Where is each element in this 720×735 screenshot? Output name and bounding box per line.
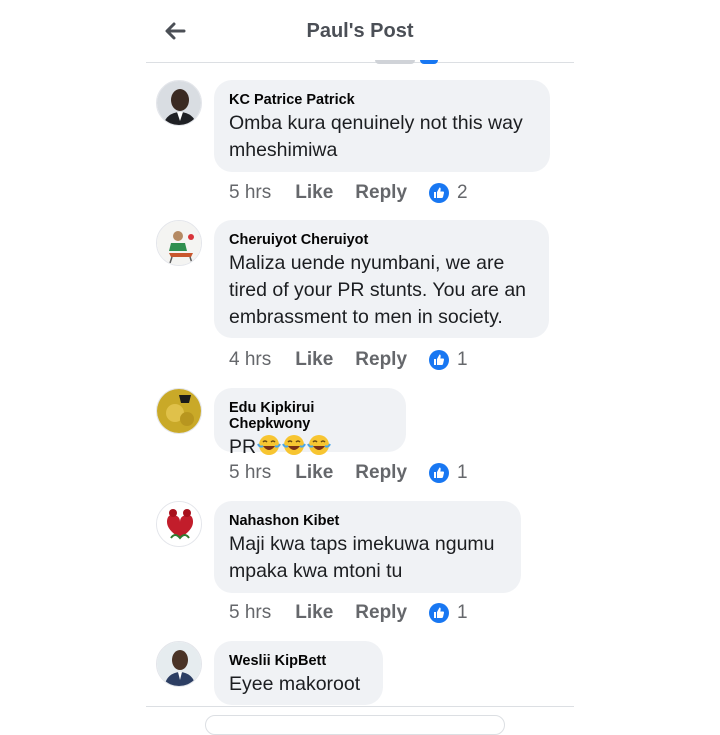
previous-content-edge <box>375 60 415 64</box>
comment-bubble: Cheruiyot Cheruiyot Maliza uende nyumban… <box>214 220 549 338</box>
composer-divider <box>146 706 574 707</box>
comment-actions: 5 hrs Like Reply 1 <box>229 462 468 484</box>
laughing-emoji-icon <box>307 434 331 464</box>
reaction-count[interactable]: 1 <box>457 602 468 624</box>
reaction-count[interactable]: 2 <box>457 182 468 204</box>
avatar[interactable] <box>156 641 202 687</box>
avatar[interactable] <box>156 501 202 547</box>
like-button[interactable]: Like <box>295 462 333 484</box>
laughing-emoji-icon <box>282 434 306 464</box>
comment-author[interactable]: Edu Kipkirui Chepkwony <box>229 400 391 432</box>
comment-time[interactable]: 5 hrs <box>229 462 271 484</box>
reaction-count[interactable]: 1 <box>457 349 468 371</box>
comment-author[interactable]: Nahashon Kibet <box>229 513 506 529</box>
laughing-emoji-icon <box>257 434 281 464</box>
comment-text: Omba kura qenuinely not this way mheshim… <box>229 112 523 161</box>
comment-author[interactable]: Weslii KipBett <box>229 653 368 669</box>
like-button[interactable]: Like <box>295 602 333 624</box>
comment-text: Maji kwa taps imekuwa ngumu mpaka kwa mt… <box>229 533 495 582</box>
comment-text: Eyee makoroot <box>229 673 361 695</box>
comment-actions: 4 hrs Like Reply 1 <box>229 349 468 371</box>
comment-time[interactable]: 5 hrs <box>229 182 271 204</box>
like-button[interactable]: Like <box>295 349 333 371</box>
reply-button[interactable]: Reply <box>355 182 407 204</box>
comment-bubble: KC Patrice Patrick Omba kura qenuinely n… <box>214 80 550 172</box>
avatar[interactable] <box>156 80 202 126</box>
comment-bubble: Nahashon Kibet Maji kwa taps imekuwa ngu… <box>214 501 521 593</box>
like-reaction-icon[interactable] <box>429 603 450 623</box>
like-button[interactable]: Like <box>295 182 333 204</box>
comment-author[interactable]: KC Patrice Patrick <box>229 92 535 108</box>
comment-bubble: Edu Kipkirui Chepkwony PR <box>214 388 406 458</box>
post-header: Paul's Post <box>146 0 574 63</box>
comment-actions: 5 hrs Like Reply 2 <box>229 182 468 204</box>
page-title: Paul's Post <box>306 20 414 42</box>
avatar[interactable] <box>156 220 202 266</box>
previous-reaction-edge <box>420 60 438 64</box>
reply-button[interactable]: Reply <box>355 602 407 624</box>
like-reaction-icon[interactable] <box>429 463 450 483</box>
comment-bubble: Weslii KipBett Eyee makoroot <box>214 641 383 705</box>
comment-text-value: PR <box>229 436 257 458</box>
comment-time[interactable]: 5 hrs <box>229 602 271 624</box>
reply-button[interactable]: Reply <box>355 349 407 371</box>
comment-text: Maliza uende nyumbani, we are tired of y… <box>229 252 527 328</box>
like-reaction-icon[interactable] <box>429 183 450 203</box>
like-reaction-icon[interactable] <box>429 350 450 370</box>
avatar[interactable] <box>156 388 202 434</box>
reply-button[interactable]: Reply <box>355 462 407 484</box>
reaction-count[interactable]: 1 <box>457 462 468 484</box>
write-comment-input[interactable] <box>205 715 505 735</box>
comment-author[interactable]: Cheruiyot Cheruiyot <box>229 232 534 248</box>
comment-time[interactable]: 4 hrs <box>229 349 271 371</box>
comment-text: PR <box>229 434 391 464</box>
comment-actions: 5 hrs Like Reply 1 <box>229 602 468 624</box>
